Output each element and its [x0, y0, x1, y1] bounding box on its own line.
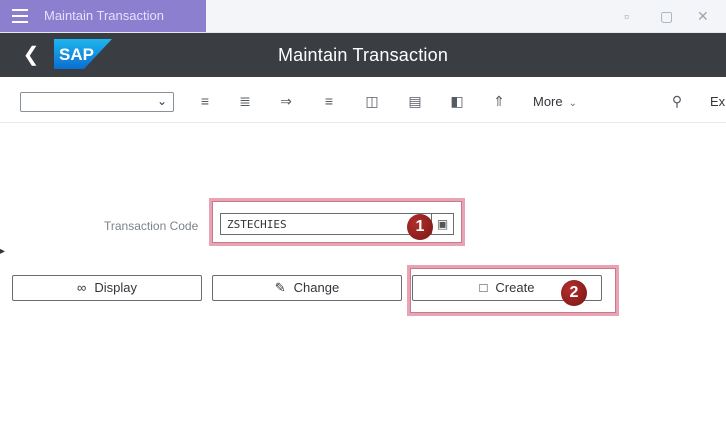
change-button[interactable]: ✎ Change	[212, 275, 402, 301]
step-marker-1: 1	[407, 214, 433, 240]
window-title-box: Maintain Transaction	[0, 0, 206, 32]
toolbar-icon-5[interactable]: ◫	[363, 92, 381, 110]
more-label: More	[533, 94, 563, 109]
toolbar-icon-8[interactable]: ⇑	[490, 92, 508, 110]
chevron-down-icon: ⌄	[156, 94, 167, 108]
maximize-icon[interactable]: ▢	[660, 8, 673, 25]
exit-button[interactable]: Ex	[710, 94, 725, 109]
display-button[interactable]: ∞ Display	[12, 275, 202, 301]
toolbar-icon-4[interactable]: ≡	[320, 92, 338, 110]
minimize-icon[interactable]: ▫	[624, 8, 629, 24]
toolbar-icon-7[interactable]: ◧	[448, 92, 466, 110]
highlight-box-2	[407, 265, 619, 316]
pencil-icon: ✎	[274, 280, 286, 295]
toolbar-icon-6[interactable]: ▤	[406, 92, 424, 110]
edge-arrow-icon: ▸	[0, 246, 6, 257]
app-toolbar: ⌄ ≡ ≣ ⇒ ≡ ◫ ▤ ◧ ⇑ More ⌄ ⚲ Ex	[0, 78, 726, 123]
shell-bar: ❮ SAP Maintain Transaction	[0, 33, 726, 77]
close-icon[interactable]: ✕	[697, 8, 709, 25]
tcode-label: Transaction Code	[104, 219, 199, 233]
window-title-bar: Maintain Transaction ▫ ▢ ✕	[0, 0, 726, 33]
toolbar-icon-2[interactable]: ≣	[236, 92, 254, 110]
variant-select[interactable]: ⌄	[20, 92, 174, 112]
hamburger-menu-icon[interactable]	[12, 9, 28, 23]
page-title: Maintain Transaction	[277, 45, 449, 65]
toolbar-icon-1[interactable]: ≡	[196, 92, 214, 110]
glasses-icon: ∞	[77, 280, 87, 295]
chevron-down-icon: ⌄	[568, 98, 578, 109]
more-button[interactable]: More ⌄	[533, 94, 577, 109]
search-icon[interactable]: ⚲	[668, 92, 686, 110]
display-label: Display	[94, 280, 137, 295]
toolbar-icon-3[interactable]: ⇒	[277, 92, 295, 110]
window-title: Maintain Transaction	[44, 8, 164, 23]
step-marker-2: 2	[561, 280, 587, 306]
change-label: Change	[293, 280, 340, 295]
